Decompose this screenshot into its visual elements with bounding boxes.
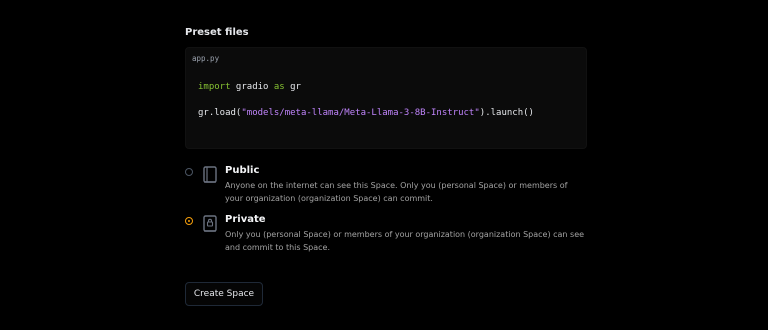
public-option-title: Public <box>225 165 260 176</box>
create-space-button[interactable]: Create Space <box>185 282 263 306</box>
lock-book-icon <box>203 215 217 232</box>
code-alias: gr <box>284 82 301 92</box>
private-radio[interactable] <box>185 217 193 225</box>
code-module-name: gradio <box>230 82 274 92</box>
code-preview: app.py import gradio as gr gr.load("mode… <box>185 47 587 149</box>
private-option-description: Only you (personal Space) or members of … <box>225 230 585 252</box>
public-radio[interactable] <box>185 168 193 176</box>
code-keyword-as: as <box>273 82 285 92</box>
code-keyword-import: import <box>198 82 231 92</box>
book-icon <box>203 166 217 183</box>
private-option-title: Private <box>225 214 266 225</box>
code-line-import: import gradio as gr <box>198 82 301 92</box>
code-object: gr <box>198 108 209 118</box>
code-call-open: .load( <box>208 108 242 118</box>
preset-files-title: Preset files <box>185 27 249 38</box>
code-filename: app.py <box>192 54 220 63</box>
code-line-load: gr.load("models/meta-llama/Meta-Llama-3-… <box>198 108 534 118</box>
public-option-description: Anyone on the internet can see this Spac… <box>225 181 568 203</box>
code-call-close: ).launch() <box>479 108 534 118</box>
code-string: "models/meta-llama/Meta-Llama-3-8B-Instr… <box>241 108 480 118</box>
